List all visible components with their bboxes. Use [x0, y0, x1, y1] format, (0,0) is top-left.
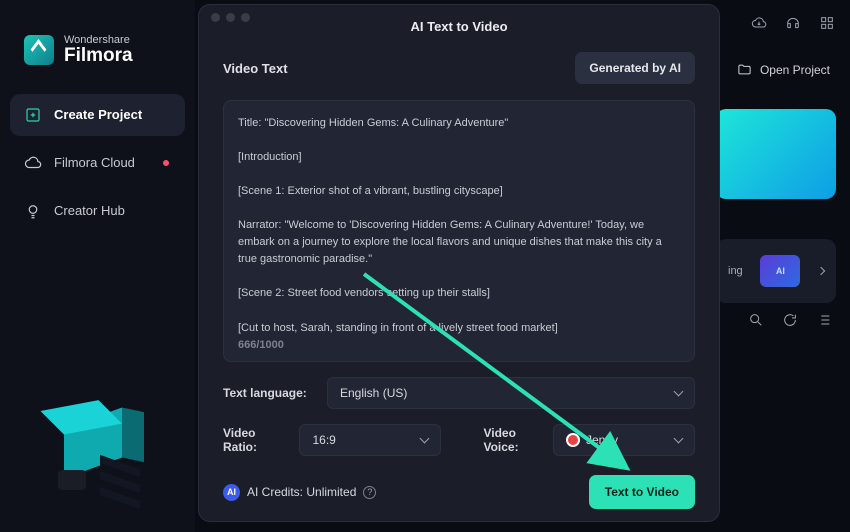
sidebar-item-label: Creator Hub	[54, 203, 125, 218]
ai-text-to-video-dialog: AI Text to Video Video Text Generated by…	[198, 4, 720, 522]
ai-credits-label: AI Credits: Unlimited	[247, 485, 356, 499]
open-project-button[interactable]: Open Project	[716, 54, 836, 85]
sidebar: Wondershare Filmora Create Project Filmo…	[0, 0, 195, 532]
chevron-down-icon	[674, 387, 684, 397]
chevron-down-icon	[420, 434, 430, 444]
text-language-value: English (US)	[340, 386, 407, 400]
cloud-icon	[24, 154, 42, 172]
brand-big: Filmora	[64, 46, 133, 66]
headset-icon[interactable]	[785, 15, 801, 31]
right-toolbar	[748, 312, 832, 328]
template-card-label: ing	[728, 265, 743, 277]
list-icon[interactable]	[816, 312, 832, 328]
plus-square-icon	[24, 106, 42, 124]
dialog-title: AI Text to Video	[199, 5, 719, 34]
refresh-icon[interactable]	[782, 312, 798, 328]
apps-grid-icon[interactable]	[819, 15, 835, 31]
folder-icon	[737, 62, 752, 77]
generated-by-ai-button[interactable]: Generated by AI	[575, 52, 695, 84]
video-text-label: Video Text	[223, 61, 288, 76]
chevron-down-icon	[674, 434, 684, 444]
sidebar-item-create-project[interactable]: Create Project	[10, 94, 185, 136]
open-project-label: Open Project	[760, 63, 830, 77]
right-panel: Open Project ing AI	[716, 54, 836, 303]
text-language-label: Text language:	[223, 386, 313, 400]
sidebar-illustration	[30, 370, 160, 520]
topbar-icons	[751, 15, 835, 31]
chevron-right-icon	[817, 267, 825, 275]
video-ratio-select[interactable]: 16:9	[299, 424, 441, 456]
feature-card[interactable]	[716, 109, 836, 199]
script-textarea[interactable]: Title: "Discovering Hidden Gems: A Culin…	[223, 100, 695, 362]
video-voice-select[interactable]: Jenny	[553, 424, 695, 456]
voice-avatar-icon	[566, 433, 580, 447]
sidebar-item-label: Filmora Cloud	[54, 155, 135, 170]
sidebar-item-creator-hub[interactable]: Creator Hub	[10, 190, 185, 232]
bulb-icon	[24, 202, 42, 220]
macos-traffic-lights-dialog	[211, 13, 250, 22]
ai-credits: AI AI Credits: Unlimited ?	[223, 484, 376, 501]
template-card[interactable]: ing AI	[716, 239, 836, 303]
sidebar-item-filmora-cloud[interactable]: Filmora Cloud	[10, 142, 185, 184]
brand: Wondershare Filmora	[0, 28, 195, 88]
cloud-download-icon[interactable]	[751, 15, 767, 31]
ai-template-thumb: AI	[760, 255, 800, 287]
sidebar-item-label: Create Project	[54, 107, 142, 122]
video-ratio-value: 16:9	[312, 433, 335, 447]
text-to-video-button[interactable]: Text to Video	[589, 475, 695, 509]
char-count: 666/1000	[238, 339, 284, 351]
text-language-select[interactable]: English (US)	[327, 377, 695, 409]
video-voice-value: Jenny	[586, 433, 618, 447]
video-voice-label: Video Voice:	[483, 426, 539, 454]
help-icon[interactable]: ?	[363, 486, 376, 499]
script-text-value: Title: "Discovering Hidden Gems: A Culin…	[238, 115, 680, 337]
filmora-logo-icon	[24, 35, 54, 65]
search-icon[interactable]	[748, 312, 764, 328]
ai-badge-icon: AI	[223, 484, 240, 501]
notification-dot-icon	[163, 160, 169, 166]
video-ratio-label: Video Ratio:	[223, 426, 285, 454]
